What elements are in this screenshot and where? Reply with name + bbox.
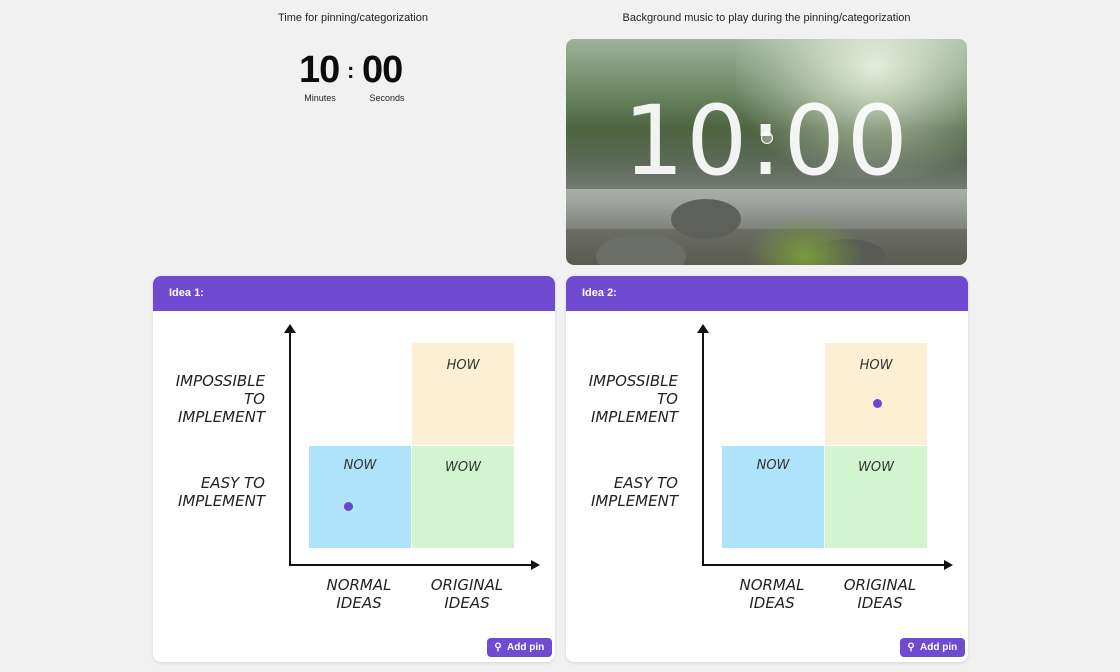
y-axis-low-label: EASY TO IMPLEMENT (574, 474, 678, 510)
x-axis-left-line2: IDEAS (749, 594, 795, 612)
y-axis-low-line2: IMPLEMENT (590, 492, 678, 510)
y-axis (289, 330, 291, 566)
y-axis-high-line2: IMPLEMENT (590, 408, 678, 426)
x-axis (289, 564, 533, 566)
x-axis-right-line1: ORIGINAL (843, 576, 917, 594)
y-axis-high-line2: IMPLEMENT (177, 408, 265, 426)
y-axis-low-line1: EASY TO (200, 474, 265, 492)
y-axis-high-line1: IMPOSSIBLE TO (175, 372, 265, 408)
pin-marker[interactable] (873, 399, 882, 408)
quadrant-now[interactable]: NOW (309, 446, 411, 548)
quadrant-wow[interactable]: WOW (412, 446, 514, 548)
y-axis-arrow-icon (284, 324, 296, 333)
quadrant-how-label: HOW (446, 358, 480, 373)
quadrant-wow-label: WOW (858, 460, 894, 475)
add-pin-label: Add pin (507, 642, 545, 653)
y-axis-low-line1: EASY TO (613, 474, 678, 492)
video-rock (671, 199, 741, 239)
y-axis (702, 330, 704, 566)
pin-icon: ⚲ (907, 642, 915, 653)
quadrant-wow[interactable]: WOW (825, 446, 927, 548)
x-axis-left-label: NORMAL IDEAS (732, 576, 812, 612)
idea-card-header: Idea 1: (153, 276, 555, 311)
quadrant-now[interactable]: NOW (722, 446, 824, 548)
y-axis-high-line1: IMPOSSIBLE TO (588, 372, 678, 408)
x-axis (702, 564, 946, 566)
x-axis-arrow-icon (944, 560, 953, 570)
add-pin-button[interactable]: ⚲ Add pin (487, 638, 553, 657)
idea-card-2: Idea 2: IMPOSSIBLE TO IMPLEMENT EASY TO … (566, 276, 968, 662)
quadrant-now-label: NOW (756, 458, 790, 473)
x-axis-right-line2: IDEAS (444, 594, 490, 612)
x-axis-left-line2: IDEAS (336, 594, 382, 612)
idea-card-title: Idea 2: (582, 287, 617, 299)
add-pin-label: Add pin (920, 642, 958, 653)
idea-card-header: Idea 2: (566, 276, 968, 311)
pin-icon: ⚲ (494, 642, 502, 653)
video-cursor-indicator (761, 132, 773, 144)
timer-colon: : (347, 58, 355, 83)
idea-card-1: Idea 1: IMPOSSIBLE TO IMPLEMENT EASY TO … (153, 276, 555, 662)
timer-caption: Time for pinning/categorization (277, 12, 428, 24)
quadrant-how[interactable]: HOW (412, 343, 514, 445)
x-axis-left-label: NORMAL IDEAS (319, 576, 399, 612)
x-axis-right-label: ORIGINAL IDEAS (840, 576, 920, 612)
x-axis-right-line2: IDEAS (857, 594, 903, 612)
timer-minutes-label: Minutes (304, 93, 336, 103)
pin-marker[interactable] (344, 502, 353, 511)
x-axis-right-line1: ORIGINAL (430, 576, 504, 594)
music-caption: Background music to play during the pinn… (622, 12, 911, 24)
timer-seconds-label: Seconds (369, 93, 405, 103)
add-pin-button[interactable]: ⚲ Add pin (900, 638, 966, 657)
quadrant-now-label: NOW (343, 458, 377, 473)
timer-minutes: 10 (299, 49, 340, 91)
y-axis-high-label: IMPOSSIBLE TO IMPLEMENT (574, 372, 678, 426)
idea-card-title: Idea 1: (169, 287, 204, 299)
video-grass (746, 214, 866, 265)
y-axis-low-line2: IMPLEMENT (177, 492, 265, 510)
x-axis-left-line1: NORMAL (326, 576, 392, 594)
music-video-player[interactable]: 10:00 (566, 39, 967, 265)
x-axis-left-line1: NORMAL (739, 576, 805, 594)
y-axis-arrow-icon (697, 324, 709, 333)
y-axis-high-label: IMPOSSIBLE TO IMPLEMENT (161, 372, 265, 426)
x-axis-right-label: ORIGINAL IDEAS (427, 576, 507, 612)
quadrant-how[interactable]: HOW (825, 343, 927, 445)
x-axis-arrow-icon (531, 560, 540, 570)
y-axis-low-label: EASY TO IMPLEMENT (161, 474, 265, 510)
video-rock (596, 234, 686, 265)
quadrant-wow-label: WOW (445, 460, 481, 475)
timer-seconds: 00 (362, 49, 403, 91)
quadrant-how-label: HOW (859, 358, 893, 373)
